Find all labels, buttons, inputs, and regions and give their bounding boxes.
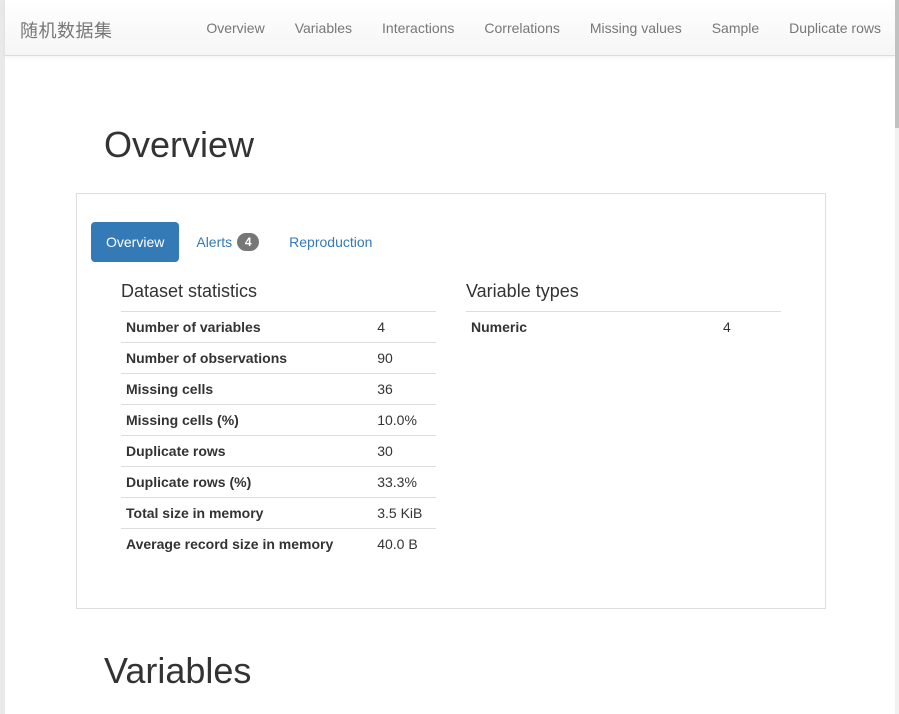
tab-reproduction-label: Reproduction (289, 234, 373, 250)
stat-value: 3.5 KiB (372, 497, 436, 529)
variable-types-heading: Variable types (466, 281, 579, 301)
stat-label: Number of observations (121, 342, 373, 374)
stat-value: 33.3% (372, 466, 436, 498)
nav-link-overview[interactable]: Overview (191, 20, 279, 36)
table-row: Numeric 4 (466, 311, 781, 342)
brand-title[interactable]: 随机数据集 (20, 17, 113, 43)
tab-alerts-label: Alerts (196, 234, 233, 250)
stat-value: 10.0% (372, 404, 436, 436)
nav-link-duplicate-rows[interactable]: Duplicate rows (774, 20, 895, 36)
nav-link-variables[interactable]: Variables (280, 20, 367, 36)
variable-types-table: Numeric 4 (466, 311, 781, 342)
table-row: Duplicate rows 30 (121, 435, 436, 467)
scrollbar-thumb[interactable] (895, 0, 899, 128)
stat-label: Duplicate rows (121, 435, 373, 467)
stat-value: 4 (372, 311, 436, 343)
variable-types: Variable types Numeric 4 (466, 281, 781, 342)
top-navbar: 随机数据集 Overview Variables Interactions Co… (5, 0, 895, 56)
page-scrollbar[interactable] (895, 0, 899, 714)
nav-link-correlations[interactable]: Correlations (469, 20, 574, 36)
table-row: Total size in memory 3.5 KiB (121, 497, 436, 529)
stat-label: Missing cells (121, 373, 373, 405)
nav-link-missing-values[interactable]: Missing values (575, 20, 697, 36)
overview-panel: Overview Alerts 4 Reproduction Dataset st… (76, 193, 826, 609)
nav-link-sample[interactable]: Sample (697, 20, 774, 36)
table-row: Duplicate rows (%) 33.3% (121, 466, 436, 498)
nav-links: Overview Variables Interactions Correlat… (191, 0, 895, 55)
tab-overview[interactable]: Overview (91, 222, 180, 262)
table-row: Number of variables 4 (121, 311, 436, 343)
table-row: Number of observations 90 (121, 342, 436, 374)
dataset-statistics-table: Number of variables 4 Number of observat… (121, 311, 436, 559)
stat-value: 30 (372, 435, 436, 467)
report-page: 随机数据集 Overview Variables Interactions Co… (0, 0, 899, 714)
dataset-statistics: Dataset statistics Number of variables 4… (121, 281, 436, 559)
table-row: Average record size in memory 40.0 B (121, 528, 436, 559)
stat-label: Duplicate rows (%) (121, 466, 373, 498)
nav-link-interactions[interactable]: Interactions (367, 20, 469, 36)
tab-reproduction[interactable]: Reproduction (274, 222, 387, 262)
overview-section-title: Overview (104, 124, 255, 165)
stat-label: Number of variables (121, 311, 373, 343)
stat-value: 36 (372, 373, 436, 405)
tab-overview-label: Overview (106, 234, 165, 250)
overview-tabs: Overview Alerts 4 Reproduction (91, 222, 387, 262)
tab-alerts[interactable]: Alerts 4 (181, 222, 274, 262)
stat-label: Average record size in memory (121, 528, 373, 559)
table-row: Missing cells 36 (121, 373, 436, 405)
type-value: 4 (718, 311, 781, 342)
table-row: Missing cells (%) 10.0% (121, 404, 436, 436)
type-label: Numeric (466, 311, 718, 342)
stat-value: 40.0 B (372, 528, 436, 559)
dataset-statistics-heading: Dataset statistics (121, 281, 258, 301)
variables-section-title: Variables (104, 650, 252, 691)
left-edge (0, 0, 5, 714)
alerts-count-badge: 4 (237, 233, 260, 251)
stat-label: Missing cells (%) (121, 404, 373, 436)
stat-label: Total size in memory (121, 497, 373, 529)
stat-value: 90 (372, 342, 436, 374)
